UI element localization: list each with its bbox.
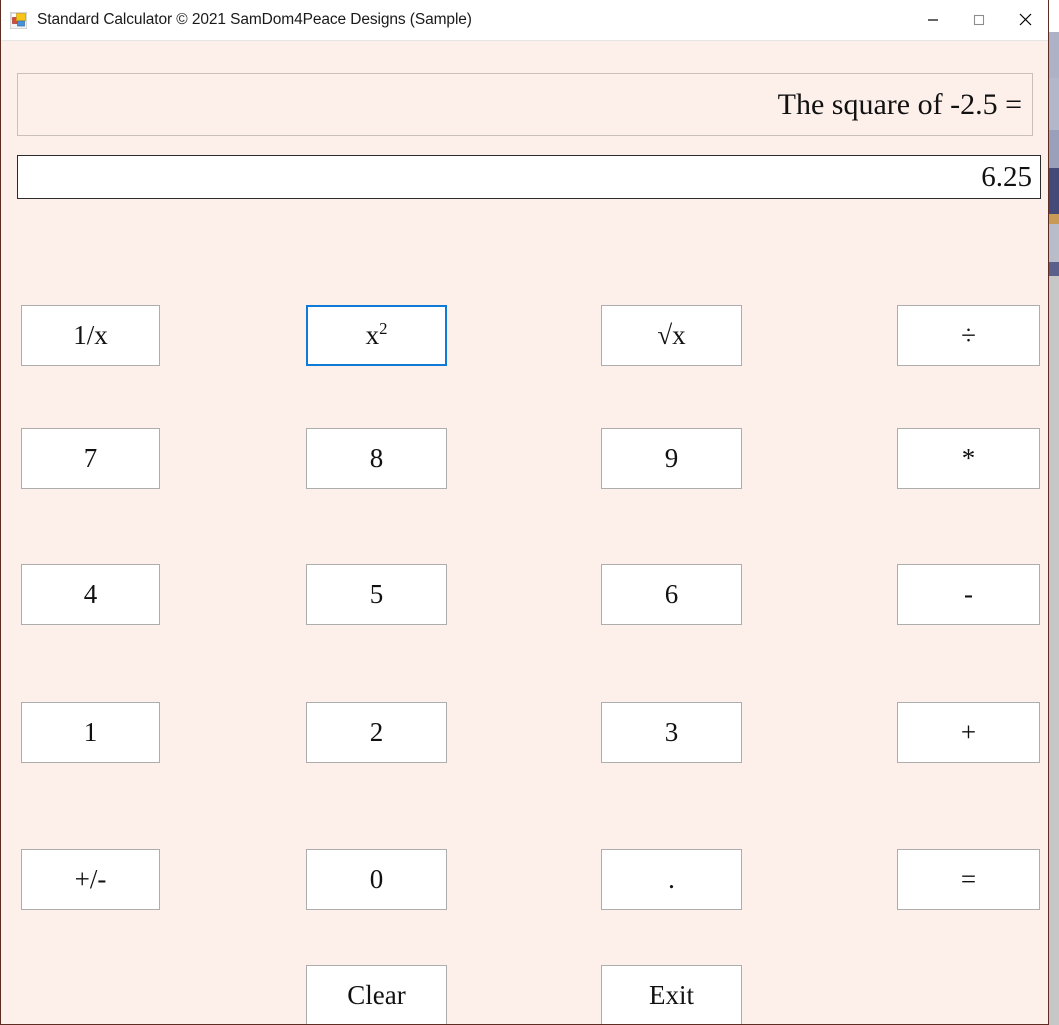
maximize-icon (973, 14, 985, 25)
desktop-background-sliver (1048, 0, 1059, 1025)
close-icon (1019, 13, 1031, 26)
minimize-icon (928, 18, 938, 21)
calc-button-equals[interactable]: = (897, 849, 1040, 910)
close-button[interactable] (1002, 0, 1048, 39)
keypad: 1/x x2 √x ÷ 7 8 9 * 4 5 6 - 1 2 3 + +/- 0. = Clear Exit (1, 41, 1048, 1024)
calculator-window: Standard Calculator © 2021 SamDom4Peace … (0, 0, 1049, 1025)
calc-button-label: + (960, 717, 977, 747)
calc-button-one[interactable]: 1 (21, 702, 160, 763)
calc-button-label: 6 (664, 579, 679, 609)
calc-button-clear[interactable]: Clear (306, 965, 447, 1024)
calc-button-six[interactable]: 6 (601, 564, 742, 625)
title-bar: Standard Calculator © 2021 SamDom4Peace … (1, 0, 1048, 41)
calc-button-label: - (964, 579, 973, 609)
calc-button-exit[interactable]: Exit (601, 965, 742, 1024)
calc-button-label: 9 (664, 443, 679, 473)
calc-button-multiply[interactable]: * (897, 428, 1040, 489)
calc-button-decimal[interactable]: . (601, 849, 742, 910)
calc-button-subtract[interactable]: - (897, 564, 1040, 625)
calc-button-label: 0 (369, 864, 384, 894)
calc-button-label: 5 (369, 579, 384, 609)
calc-button-nine[interactable]: 9 (601, 428, 742, 489)
window-title: Standard Calculator © 2021 SamDom4Peace … (37, 11, 472, 28)
calc-button-zero[interactable]: 0 (306, 849, 447, 910)
calc-button-label: 1/x (73, 320, 108, 350)
calc-button-five[interactable]: 5 (306, 564, 447, 625)
calc-button-label: Clear (347, 980, 406, 1010)
calc-button-eight[interactable]: 8 (306, 428, 447, 489)
calc-button-add[interactable]: + (897, 702, 1040, 763)
calc-button-label: Exit (649, 980, 694, 1010)
winforms-app-icon (10, 11, 27, 29)
calc-button-seven[interactable]: 7 (21, 428, 160, 489)
calc-button-label: 1 (83, 717, 98, 747)
calc-button-label: 2 (369, 717, 384, 747)
maximize-button[interactable] (956, 0, 1002, 39)
client-area: The square of -2.5 = 6.25 1/x x2 √x ÷ 7 8 9 * 4 5… (1, 41, 1048, 1024)
calc-button-label: √x (657, 320, 686, 350)
calc-button-label: = (960, 864, 977, 894)
calc-button-label: ÷ (961, 320, 976, 350)
calc-button-reciprocal[interactable]: 1/x (21, 305, 160, 366)
calc-button-label: . (668, 864, 675, 894)
calc-button-sign-toggle[interactable]: +/- (21, 849, 160, 910)
calc-button-label: 7 (83, 443, 98, 473)
calc-button-divide[interactable]: ÷ (897, 305, 1040, 366)
calc-button-label: x2 (365, 319, 388, 350)
calc-button-four[interactable]: 4 (21, 564, 160, 625)
calc-button-label: 4 (83, 579, 98, 609)
calc-button-superscript: 2 (379, 319, 388, 338)
calc-button-label: 3 (664, 717, 679, 747)
calc-button-three[interactable]: 3 (601, 702, 742, 763)
calc-button-label: * (961, 443, 976, 473)
minimize-button[interactable] (910, 0, 956, 39)
calc-button-sqrt[interactable]: √x (601, 305, 742, 366)
calc-button-label: 8 (369, 443, 384, 473)
calc-button-two[interactable]: 2 (306, 702, 447, 763)
calc-button-label: +/- (74, 864, 107, 894)
calc-button-square[interactable]: x2 (306, 305, 447, 366)
window-controls (910, 0, 1048, 39)
